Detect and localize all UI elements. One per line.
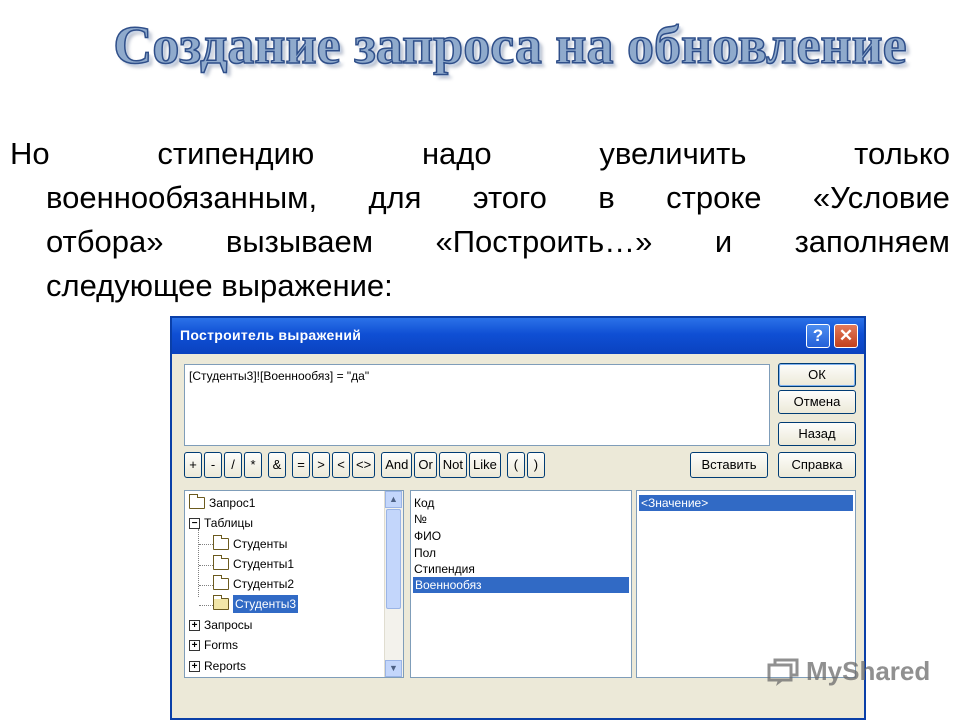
paragraph-line-3: отбора» вызываем «Построить…» и заполняе…: [10, 220, 950, 264]
values-list[interactable]: <Значение>: [636, 490, 856, 678]
myshared-logo-icon: [767, 658, 799, 686]
tree-item-forms[interactable]: + Forms: [189, 636, 238, 654]
scroll-thumb[interactable]: [386, 509, 401, 609]
tree-item-students1[interactable]: Студенты1: [213, 555, 294, 573]
operator-less-button[interactable]: <: [332, 452, 350, 478]
tree-item-students2[interactable]: Студенты2: [213, 575, 294, 593]
tree-item-label: Студенты: [233, 537, 288, 551]
word: заполняем: [794, 224, 950, 259]
word: «Построить…»: [435, 224, 653, 259]
tree-item-students3[interactable]: Студенты3: [213, 595, 298, 613]
operator-divide-button[interactable]: /: [224, 452, 242, 478]
tree-item-label: Студенты3: [233, 595, 298, 613]
operator-minus-button[interactable]: -: [204, 452, 222, 478]
dialog-titlebar[interactable]: Построитель выражений ? ✕: [172, 318, 864, 354]
operator-or-button[interactable]: Or: [414, 452, 437, 478]
slide-paragraph: Но стипендию надо увеличить только военн…: [10, 132, 950, 308]
tree-item-query1[interactable]: Запрос1: [189, 494, 255, 512]
operator-not-button[interactable]: Not: [438, 452, 468, 478]
tree-item-label: Студенты2: [233, 577, 294, 591]
help-icon[interactable]: ?: [806, 324, 830, 348]
tree-item-tables[interactable]: − Таблицы: [189, 514, 253, 532]
tree-item-label: Reports: [204, 659, 247, 673]
collapse-icon[interactable]: −: [189, 517, 200, 529]
tree-item-queries[interactable]: + Запросы: [189, 616, 252, 634]
word: только: [854, 136, 950, 171]
folder-icon: [213, 575, 229, 590]
operator-and-button[interactable]: And: [381, 452, 413, 478]
word: военнообязанным,: [46, 180, 318, 215]
word: для: [368, 180, 422, 215]
word: строке: [666, 180, 762, 215]
expand-icon[interactable]: +: [189, 660, 200, 672]
paragraph-line-2: военнообязанным, для этого в строке «Усл…: [10, 176, 950, 220]
scroll-down-icon[interactable]: ▼: [385, 660, 402, 677]
operator-notequal-button[interactable]: <>: [352, 452, 376, 478]
operator-greater-button[interactable]: >: [312, 452, 330, 478]
operator-multiply-button[interactable]: *: [244, 452, 262, 478]
dialog-title: Построитель выражений: [180, 327, 362, 343]
word: и: [714, 224, 733, 259]
close-icon[interactable]: ✕: [834, 324, 858, 348]
folder-icon: [213, 535, 229, 550]
list-item[interactable]: Код: [414, 495, 434, 511]
operator-concat-button[interactable]: &: [268, 452, 286, 478]
cancel-button[interactable]: Отмена: [778, 390, 856, 414]
word: «Условие: [812, 180, 950, 215]
paragraph-line-1: Но стипендию надо увеличить только: [10, 132, 950, 176]
scroll-up-icon[interactable]: ▲: [385, 491, 402, 508]
operator-toolbar: + - / * & = > < <> And Or Not Like ( ): [184, 452, 545, 478]
word: вызываем: [225, 224, 374, 259]
list-item[interactable]: Пол: [414, 545, 436, 561]
folder-icon: [213, 555, 229, 570]
tree-item-label: Forms: [204, 638, 238, 652]
paragraph-line-4: следующее выражение:: [10, 264, 950, 308]
word: отбора»: [46, 224, 164, 259]
expand-icon[interactable]: +: [189, 619, 200, 631]
word: этого: [472, 180, 547, 215]
folder-icon: [189, 494, 205, 509]
list-item[interactable]: ФИО: [414, 528, 441, 544]
tree-item-label: Таблицы: [204, 516, 254, 530]
operator-plus-button[interactable]: +: [184, 452, 202, 478]
insert-button[interactable]: Вставить: [690, 452, 768, 478]
operator-like-button[interactable]: Like: [469, 452, 501, 478]
tree-scrollbar[interactable]: ▲ ▼: [384, 491, 403, 677]
fields-list[interactable]: Код № ФИО Пол Стипендия Военнообяз: [410, 490, 632, 678]
objects-tree[interactable]: Запрос1 − Таблицы Студенты Студенты1 Сту…: [184, 490, 404, 678]
list-item[interactable]: №: [414, 511, 427, 527]
word: надо: [421, 136, 492, 171]
expand-icon[interactable]: +: [189, 639, 200, 651]
list-item-selected[interactable]: Военнообяз: [413, 577, 629, 593]
tree-item-label: Запросы: [204, 618, 253, 632]
tree-item-label: Запрос1: [209, 496, 256, 510]
tree-item-label: Студенты1: [233, 557, 294, 571]
word: следующее выражение:: [46, 268, 393, 303]
watermark-text: MyShared: [806, 656, 931, 686]
operator-open-paren-button[interactable]: (: [506, 452, 525, 478]
ok-button[interactable]: ОК: [778, 363, 856, 387]
word: увеличить: [599, 136, 747, 171]
back-button[interactable]: Назад: [778, 422, 856, 446]
open-folder-icon: [213, 595, 229, 610]
tree-item-students[interactable]: Студенты: [213, 535, 287, 553]
expression-input[interactable]: [Студенты3]![Военнообяз] = "да": [184, 364, 770, 446]
watermark: MyShared: [766, 656, 930, 687]
operator-close-paren-button[interactable]: ): [526, 452, 545, 478]
slide-title: Создание запроса на обновление: [113, 14, 908, 76]
tree-item-reports[interactable]: + Reports: [189, 657, 246, 675]
word: Но: [10, 136, 50, 171]
operator-equals-button[interactable]: =: [292, 452, 310, 478]
expression-builder-dialog: Построитель выражений ? ✕ [Студенты3]![В…: [170, 316, 866, 720]
list-item-selected[interactable]: <Значение>: [639, 495, 853, 511]
word: в: [598, 180, 615, 215]
list-item[interactable]: Стипендия: [414, 561, 475, 577]
word: стипендию: [157, 136, 315, 171]
help-button[interactable]: Справка: [778, 452, 856, 478]
